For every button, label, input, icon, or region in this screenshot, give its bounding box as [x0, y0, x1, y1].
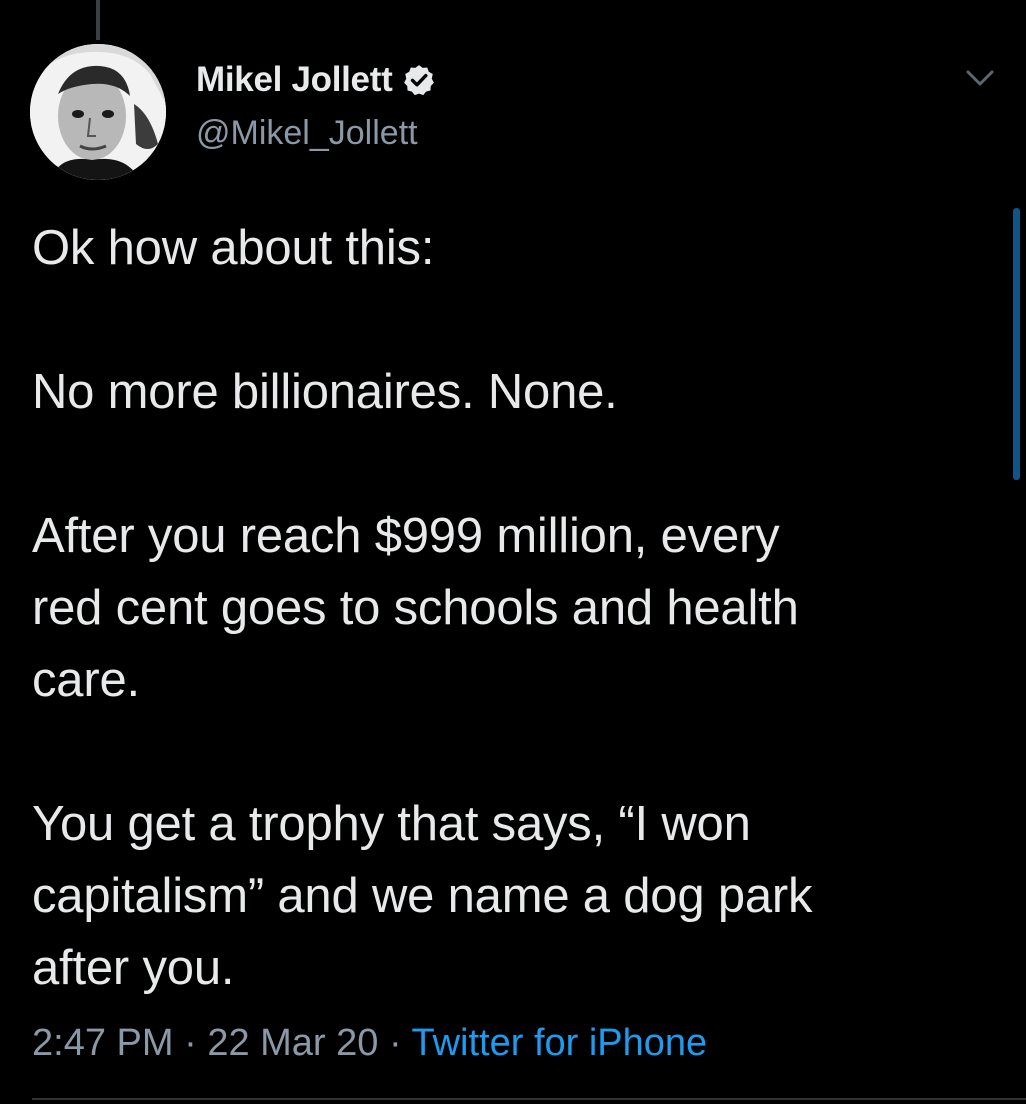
author-name[interactable]: Mikel Jollett: [196, 60, 393, 100]
separator-dot: ·: [388, 1022, 402, 1064]
tweet-line: Ok how about this:: [32, 221, 435, 275]
tweet-line: No more billionaires. None.: [32, 365, 618, 419]
tweet-line: After you reach $999 million, every: [32, 509, 780, 563]
tweet-line: after you.: [32, 941, 235, 995]
tweet-text: Ok how about this: No more billionaires.…: [32, 212, 992, 1004]
author-name-row: Mikel Jollett: [196, 58, 436, 102]
tweet-line: red cent goes to schools and health: [32, 581, 799, 635]
tweet-source-link[interactable]: Twitter for iPhone: [412, 1022, 708, 1064]
tweet-time[interactable]: 2:47 PM: [32, 1022, 174, 1064]
divider: [32, 1098, 1026, 1100]
chevron-down-icon[interactable]: [964, 66, 996, 90]
tweet-line: You get a trophy that says, “I won: [32, 797, 751, 851]
tweet-line: capitalism” and we name a dog park: [32, 869, 813, 923]
thread-connector-line: [96, 0, 100, 40]
tweet-date[interactable]: 22 Mar 20: [207, 1022, 378, 1064]
author-block[interactable]: Mikel Jollett @Mikel_Jollett: [196, 58, 436, 153]
author-handle[interactable]: @Mikel_Jollett: [196, 114, 436, 153]
tweet-metadata: 2:47 PM · 22 Mar 20 · Twitter for iPhone: [32, 1022, 707, 1065]
tweet-screen: Mikel Jollett @Mikel_Jollett Ok how abou…: [0, 0, 1026, 1104]
scrollbar[interactable]: [1013, 208, 1020, 480]
avatar-photo-icon: [30, 44, 166, 180]
verified-badge-icon: [404, 65, 435, 96]
separator-dot: ·: [184, 1022, 197, 1064]
tweet-line: care.: [32, 653, 140, 707]
avatar[interactable]: [30, 44, 166, 180]
